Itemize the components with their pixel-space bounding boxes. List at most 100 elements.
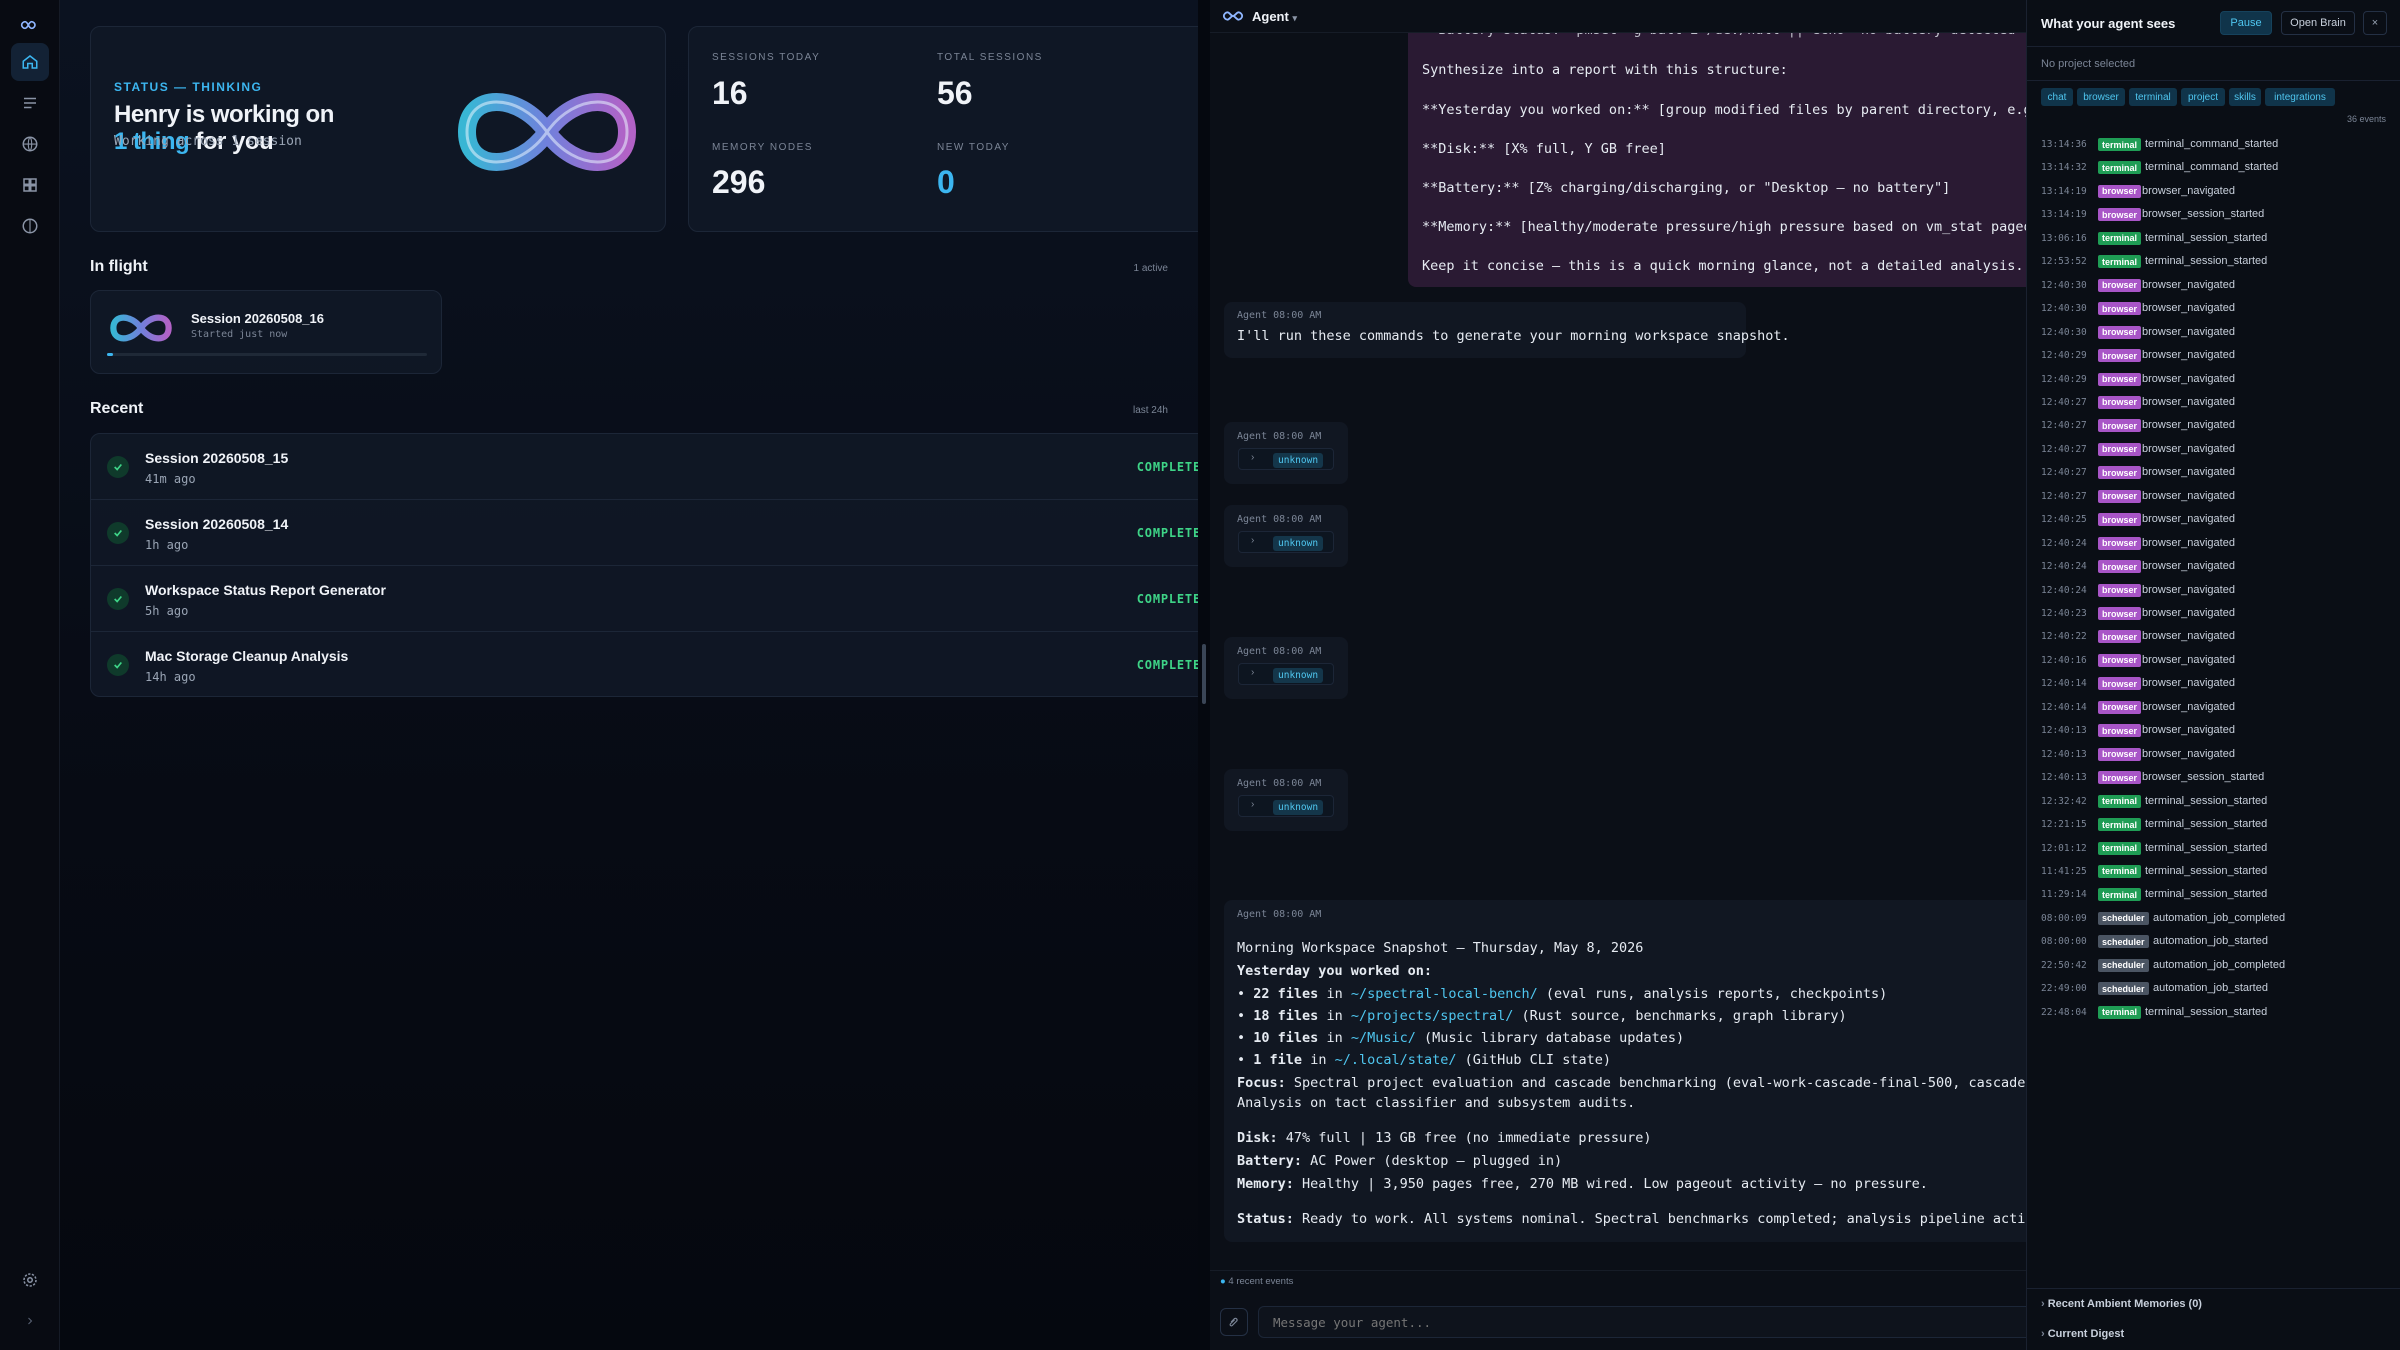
nav-settings[interactable] xyxy=(11,1261,49,1299)
event-row[interactable]: 12:40:23 browser browser_navigated xyxy=(2041,604,2391,624)
event-row[interactable]: 12:40:25 browser browser_navigated xyxy=(2041,510,2391,530)
event-name: browser_navigated xyxy=(2142,700,2235,713)
event-time: 12:53:52 xyxy=(2041,256,2087,268)
event-row[interactable]: 13:14:36 terminal terminal_command_started xyxy=(2041,135,2391,155)
recent-events-toggle[interactable]: ● 4 recent events xyxy=(1220,1276,1293,1287)
event-row[interactable]: 12:40:29 browser browser_navigated xyxy=(2041,346,2391,366)
event-row[interactable]: 12:40:30 browser browser_navigated xyxy=(2041,323,2391,343)
grid-icon xyxy=(23,178,37,192)
event-row[interactable]: 13:06:16 terminal terminal_session_started xyxy=(2041,229,2391,249)
event-row[interactable]: 12:40:24 browser browser_navigated xyxy=(2041,581,2391,601)
open-brain-button[interactable]: Open Brain xyxy=(2281,11,2355,35)
tool-call-toggle[interactable]: › unknown xyxy=(1238,448,1334,470)
tool-call-toggle[interactable]: › unknown xyxy=(1238,663,1334,685)
event-row[interactable]: 12:40:13 browser browser_navigated xyxy=(2041,721,2391,741)
nav-sessions[interactable] xyxy=(11,84,49,122)
event-row[interactable]: 08:00:00 scheduler automation_job_started xyxy=(2041,932,2391,952)
tool-call-toggle[interactable]: › unknown xyxy=(1238,795,1334,817)
file-count: 10 files xyxy=(1253,1030,1319,1046)
event-time: 12:40:13 xyxy=(2041,725,2087,737)
event-row[interactable]: 12:40:27 browser browser_navigated xyxy=(2041,416,2391,436)
message-input[interactable] xyxy=(1258,1306,2026,1338)
event-row[interactable]: 12:40:22 browser browser_navigated xyxy=(2041,627,2391,647)
pause-button[interactable]: Pause xyxy=(2220,11,2272,35)
event-row[interactable]: 12:40:13 browser browser_navigated xyxy=(2041,745,2391,765)
event-row[interactable]: 22:50:42 scheduler automation_job_complete… xyxy=(2041,956,2391,976)
file-path[interactable]: ~/Music/ xyxy=(1351,1030,1416,1046)
event-row[interactable]: 12:40:24 browser browser_navigated xyxy=(2041,557,2391,577)
event-row[interactable]: 12:40:27 browser browser_navigated xyxy=(2041,393,2391,413)
divider xyxy=(1210,1270,2026,1271)
expand-rail-button[interactable] xyxy=(11,1302,49,1340)
event-row[interactable]: 11:41:25 terminal terminal_session_started xyxy=(2041,862,2391,882)
recent-row[interactable]: Mac Storage Cleanup Analysis 14h ago COM… xyxy=(91,632,1227,696)
event-name: browser_navigated xyxy=(2142,653,2235,666)
event-row[interactable]: 12:40:14 browser browser_navigated xyxy=(2041,698,2391,718)
event-row[interactable]: 12:01:12 terminal terminal_session_started xyxy=(2041,839,2391,859)
event-row[interactable]: 13:14:19 browser browser_navigated xyxy=(2041,182,2391,202)
file-path[interactable]: ~/.local/state/ xyxy=(1335,1052,1457,1068)
report-title: Morning Workspace Snapshot — Thursday, M… xyxy=(1237,940,1644,956)
ambient-memories-toggle[interactable]: › Recent Ambient Memories (0) xyxy=(2041,1298,2202,1310)
event-row[interactable]: 12:40:29 browser browser_navigated xyxy=(2041,370,2391,390)
event-time: 12:40:27 xyxy=(2041,420,2087,432)
agent-name: Agent xyxy=(1237,431,1268,442)
app-logo[interactable] xyxy=(11,6,49,44)
in-flight-session-card[interactable]: Session 20260508_16 Started just now xyxy=(90,290,442,374)
file-path[interactable]: ~/projects/spectral/ xyxy=(1351,1008,1514,1024)
event-row[interactable]: 11:29:14 terminal terminal_session_started xyxy=(2041,885,2391,905)
agent-time: 08:00 AM xyxy=(1273,431,1322,442)
event-row[interactable]: 22:49:00 scheduler automation_job_started xyxy=(2041,979,2391,999)
event-row[interactable]: 12:21:15 terminal terminal_session_started xyxy=(2041,815,2391,835)
focus-label: Focus: xyxy=(1237,1075,1286,1091)
filter-chat[interactable]: chat xyxy=(2041,88,2073,106)
event-time: 22:50:42 xyxy=(2041,959,2087,971)
current-digest-toggle[interactable]: › Current Digest xyxy=(2041,1328,2124,1340)
event-name: browser_navigated xyxy=(2142,560,2235,573)
filter-project[interactable]: project xyxy=(2181,88,2225,106)
event-name: terminal_session_started xyxy=(2145,864,2268,877)
agent-selector[interactable]: Agent ▾ xyxy=(1252,9,1297,24)
event-row[interactable]: 12:40:27 browser browser_navigated xyxy=(2041,440,2391,460)
attach-button[interactable] xyxy=(1220,1308,1248,1336)
event-row[interactable]: 13:14:32 terminal terminal_command_started xyxy=(2041,158,2391,178)
event-row[interactable]: 12:40:30 browser browser_navigated xyxy=(2041,299,2391,319)
event-row[interactable]: 22:48:04 terminal terminal_session_started xyxy=(2041,1003,2391,1023)
event-row[interactable]: 12:53:52 terminal terminal_session_started xyxy=(2041,252,2391,272)
event-name: browser_navigated xyxy=(2142,395,2235,408)
event-name: browser_session_started xyxy=(2142,208,2265,221)
nav-home[interactable] xyxy=(11,43,49,81)
event-row[interactable]: 12:40:27 browser browser_navigated xyxy=(2041,487,2391,507)
recent-row[interactable]: Workspace Status Report Generator 5h ago… xyxy=(91,566,1227,632)
filter-integrations[interactable]: integrations xyxy=(2265,88,2335,106)
filter-terminal[interactable]: terminal xyxy=(2129,88,2177,106)
recent-row[interactable]: Session 20260508_15 41m ago COMPLETED xyxy=(91,434,1227,500)
nav-web[interactable] xyxy=(11,125,49,163)
event-row[interactable]: 12:32:42 terminal terminal_session_started xyxy=(2041,792,2391,812)
chevron-right-icon xyxy=(28,1317,33,1325)
event-time: 11:41:25 xyxy=(2041,865,2087,877)
nav-apps[interactable] xyxy=(11,166,49,204)
event-row[interactable]: 13:14:19 browser browser_session_started xyxy=(2041,205,2391,225)
divider xyxy=(2027,80,2400,81)
event-name: terminal_session_started xyxy=(2145,1005,2268,1018)
file-path[interactable]: ~/spectral-local-bench/ xyxy=(1351,986,1538,1002)
event-row[interactable]: 12:40:30 browser browser_navigated xyxy=(2041,276,2391,296)
event-row[interactable]: 08:00:09 scheduler automation_job_complete… xyxy=(2041,909,2391,929)
report-focus-continued: Analysis on tact classifier and subsyste… xyxy=(1237,1095,1636,1111)
filter-skills[interactable]: skills xyxy=(2229,88,2261,106)
event-source-badge: terminal xyxy=(2098,818,2142,832)
event-row[interactable]: 12:40:14 browser browser_navigated xyxy=(2041,674,2391,694)
resize-handle[interactable] xyxy=(1202,644,1206,704)
event-row[interactable]: 12:40:24 browser browser_navigated xyxy=(2041,534,2391,554)
event-row[interactable]: 12:40:13 browser browser_session_started xyxy=(2041,768,2391,788)
status-label: Status: xyxy=(1237,1211,1294,1227)
event-row[interactable]: 12:40:16 browser browser_navigated xyxy=(2041,651,2391,671)
recent-row-title: Session 20260508_15 xyxy=(145,450,289,466)
event-row[interactable]: 12:40:27 browser browser_navigated xyxy=(2041,463,2391,483)
filter-browser[interactable]: browser xyxy=(2077,88,2125,106)
tool-call-toggle[interactable]: › unknown xyxy=(1238,531,1334,553)
recent-row[interactable]: Session 20260508_14 1h ago COMPLETED xyxy=(91,500,1227,566)
nav-brain[interactable] xyxy=(11,207,49,245)
close-button[interactable]: × xyxy=(2363,11,2387,35)
